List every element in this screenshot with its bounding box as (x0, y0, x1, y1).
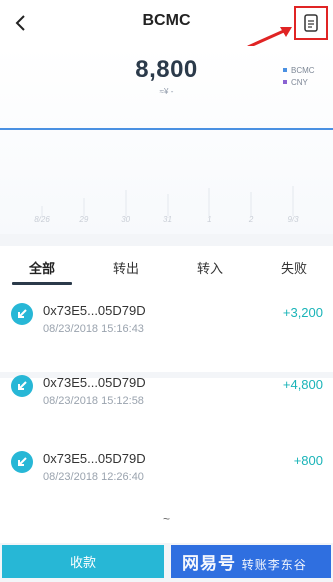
document-icon (304, 14, 318, 32)
tx-address: 0x73E5...05D79D (43, 451, 146, 466)
chart-bar (250, 192, 253, 216)
tx-amount: +4,800 (282, 377, 323, 392)
top-bar: BCMC (0, 0, 333, 49)
watermark-brand: 网易号 (182, 554, 236, 573)
x-tick-label: 2 (248, 215, 254, 224)
x-tick-label: 8/26 (34, 215, 50, 224)
list-item[interactable]: 0x73E5...05D79D 08/23/2018 12:26:40 +800 (0, 434, 333, 508)
x-axis-labels: 8/26 29 30 31 1 2 9/3 (0, 215, 333, 227)
tab-failed[interactable]: 失败 (264, 258, 324, 277)
x-tick-label: 30 (121, 215, 131, 224)
transaction-record-button[interactable] (294, 6, 328, 40)
tab-all[interactable]: 全部 (12, 258, 72, 277)
tx-timestamp: 08/23/2018 15:16:43 (43, 323, 144, 335)
tab-active-indicator (12, 282, 72, 285)
legend-item-cny: CNY (283, 76, 315, 88)
fiat-value: ≈¥ - (159, 87, 174, 96)
list-item[interactable]: 0x73E5...05D79D 08/23/2018 15:12:58 +4,8… (0, 358, 333, 432)
x-tick-label: 29 (79, 215, 89, 224)
tx-address: 0x73E5...05D79D (43, 303, 146, 318)
arrow-down-left-icon (18, 309, 27, 318)
legend-label: CNY (291, 77, 308, 87)
legend-item-bcmc: BCMC (283, 64, 315, 76)
tx-amount: +800 (293, 453, 323, 468)
incoming-arrow-icon (11, 375, 33, 397)
arrow-down-left-icon (18, 381, 27, 390)
tx-address: 0x73E5...05D79D (43, 375, 146, 390)
chart-bar (166, 194, 169, 216)
incoming-arrow-icon (11, 451, 33, 473)
chart-bar (124, 190, 127, 216)
tx-amount: +3,200 (282, 305, 323, 320)
legend-label: BCMC (291, 65, 315, 75)
chart-line (0, 128, 333, 130)
receive-button[interactable]: 收款 (2, 545, 164, 578)
tx-timestamp: 08/23/2018 15:12:58 (43, 395, 144, 407)
legend-swatch (283, 80, 287, 84)
tx-timestamp: 08/23/2018 12:26:40 (43, 471, 144, 483)
tab-outgoing[interactable]: 转出 (96, 258, 156, 277)
x-tick-label: 31 (163, 215, 172, 224)
chart-bars (0, 176, 333, 216)
arrow-down-left-icon (18, 457, 27, 466)
chart-bar (292, 186, 294, 216)
balance-chart: 8,800 ≈¥ - BCMC CNY 8/26 29 30 31 1 2 9/3 (0, 46, 333, 234)
filter-tabs: 全部 转出 转入 失败 (0, 246, 333, 286)
x-tick-label: 1 (207, 215, 212, 224)
watermark-author: 转账李东谷 (241, 558, 307, 572)
list-item[interactable]: 0x73E5...05D79D 08/23/2018 15:16:43 +3,2… (0, 286, 333, 378)
section-divider (0, 234, 333, 246)
x-tick-label: 9/3 (287, 215, 299, 224)
tab-incoming[interactable]: 转入 (180, 258, 240, 277)
chart-bar (82, 198, 85, 216)
incoming-arrow-icon (11, 303, 33, 325)
watermark: 网易号 转账李东谷 (182, 549, 307, 574)
chart-bar (208, 188, 211, 216)
chart-legend: BCMC CNY (283, 64, 315, 88)
legend-swatch (283, 68, 287, 72)
load-more-indicator[interactable]: ~ (0, 512, 333, 526)
